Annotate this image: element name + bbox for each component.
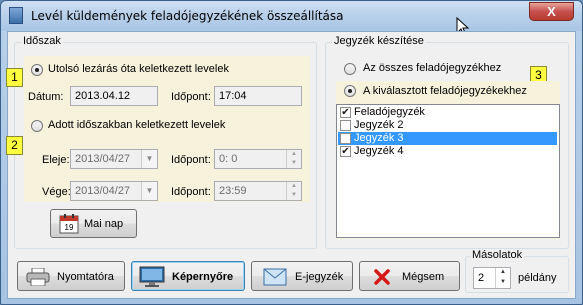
start-date-picker[interactable]: 2013/04/27 ▼ bbox=[70, 149, 158, 169]
printer-button-label: Nyomtatóra bbox=[57, 271, 114, 283]
list-item[interactable]: Jegyzék 3 bbox=[338, 132, 557, 145]
radio-all-lists[interactable] bbox=[344, 63, 356, 75]
printer-button[interactable]: Nyomtatóra bbox=[17, 261, 125, 291]
radio-since-last-close-label[interactable]: Utolsó lezárás óta keletkezett levelek bbox=[48, 63, 229, 75]
today-button[interactable]: 19 Mai nap bbox=[50, 209, 137, 238]
envelope-icon bbox=[263, 268, 287, 286]
title-bar[interactable]: Levél küldemények feladójegyzékének össz… bbox=[1, 1, 582, 31]
checkbox-checked-icon[interactable]: ✔ bbox=[340, 146, 351, 157]
today-button-label: Mai nap bbox=[84, 218, 124, 230]
printer-icon bbox=[26, 268, 50, 286]
cancel-button[interactable]: Mégsem bbox=[359, 261, 460, 291]
end-label: Vége: bbox=[42, 186, 71, 198]
list-item[interactable]: Jegyzék 2 bbox=[338, 119, 557, 132]
start-time-spinner[interactable]: 0: 0 ▲ ▼ bbox=[214, 149, 302, 169]
screen-button[interactable]: Képernyőre bbox=[131, 261, 245, 291]
calendar-icon: 19 bbox=[59, 214, 79, 234]
cancel-button-label: Mégsem bbox=[402, 271, 445, 283]
copies-suffix: példány bbox=[518, 272, 557, 284]
list-checkbox-listbox[interactable]: ✔ Feladójegyzék Jegyzék 2 Jegyzék 3 ✔ Je… bbox=[336, 104, 560, 238]
date-field: 2013.04.12 bbox=[70, 86, 158, 106]
radio-since-last-close[interactable] bbox=[31, 64, 43, 76]
badge-1: 1 bbox=[6, 68, 23, 87]
dialog-body: Időszak 1 2 Utolsó lezárás óta keletkeze… bbox=[6, 31, 576, 299]
radio-period-label[interactable]: Adott időszakban keletkezett levelek bbox=[48, 119, 225, 131]
close-icon bbox=[374, 269, 390, 285]
copies-value: 2 bbox=[478, 272, 485, 284]
time-field: 17:04 bbox=[214, 86, 302, 106]
chevron-down-icon: ▼ bbox=[141, 182, 157, 200]
end-time-label: Időpont: bbox=[171, 186, 211, 198]
start-time-value: 0: 0 bbox=[219, 153, 238, 165]
radio-period[interactable] bbox=[31, 120, 43, 132]
screen-button-label: Képernyőre bbox=[172, 271, 234, 283]
date-label: Dátum: bbox=[28, 91, 64, 103]
copies-group-title: Másolatok bbox=[470, 249, 525, 261]
start-time-label: Időpont: bbox=[171, 154, 211, 166]
copies-spinner[interactable]: 2 ▲ ▼ bbox=[473, 267, 511, 289]
svg-text:19: 19 bbox=[65, 223, 74, 232]
end-date-value: 2013/04/27 bbox=[75, 185, 131, 197]
monitor-icon bbox=[139, 266, 165, 287]
start-date-value: 2013/04/27 bbox=[75, 153, 131, 165]
list-item[interactable]: ✔ Jegyzék 4 bbox=[338, 145, 557, 158]
checkbox-checked-icon[interactable]: ✔ bbox=[340, 107, 351, 118]
spin-arrows-icon: ▲ ▼ bbox=[286, 150, 301, 168]
time-label: Időpont: bbox=[171, 91, 211, 103]
radio-selected-lists[interactable] bbox=[344, 85, 356, 97]
close-button[interactable]: X bbox=[529, 2, 574, 21]
window-title: Levél küldemények feladójegyzékének össz… bbox=[31, 9, 344, 23]
checkbox-icon[interactable] bbox=[340, 120, 351, 131]
app-icon bbox=[9, 7, 23, 24]
end-time-spinner[interactable]: 23:59 ▲ ▼ bbox=[214, 181, 302, 201]
spin-arrows-icon: ▲ ▼ bbox=[286, 182, 301, 200]
list-item[interactable]: ✔ Feladójegyzék bbox=[338, 106, 557, 119]
start-label: Eleje: bbox=[42, 154, 70, 166]
chevron-down-icon: ▼ bbox=[141, 150, 157, 168]
email-button[interactable]: E-jegyzék bbox=[251, 261, 353, 291]
radio-all-lists-label[interactable]: Az összes feladójegyzékhez bbox=[363, 62, 501, 74]
period-group-title: Időszak bbox=[21, 35, 63, 47]
end-time-value: 23:59 bbox=[219, 185, 247, 197]
end-date-picker[interactable]: 2013/04/27 ▼ bbox=[70, 181, 158, 201]
radio-selected-lists-label[interactable]: A kiválasztott feladójegyzékekhez bbox=[363, 85, 527, 97]
dialog-window: Levél küldemények feladójegyzékének össz… bbox=[0, 0, 583, 305]
list-group-title: Jegyzék készítése bbox=[332, 35, 426, 47]
badge-2: 2 bbox=[6, 136, 23, 155]
email-button-label: E-jegyzék bbox=[295, 271, 344, 283]
spin-arrows-icon[interactable]: ▲ ▼ bbox=[495, 268, 510, 288]
checkbox-icon[interactable] bbox=[340, 133, 351, 144]
